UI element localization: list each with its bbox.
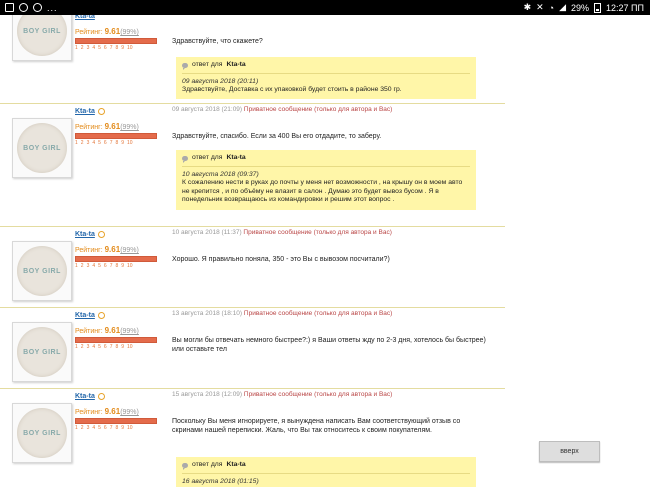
- speech-bubble-icon: [182, 155, 188, 163]
- username-link[interactable]: Kta-ta: [75, 229, 165, 239]
- reply-date: 10 августа 2018 (09:37): [182, 170, 259, 178]
- rating-percent-link[interactable]: (99%): [120, 328, 139, 335]
- rating: Рейтинг: 9.61(99%): [75, 27, 139, 36]
- avatar-image: BOY GIRL: [17, 246, 67, 296]
- post-meta: 13 августа 2018 (18:10) Приватное сообще…: [172, 310, 392, 317]
- message-text: Поскольку Вы меня игнорируете, я вынужде…: [172, 418, 461, 434]
- avatar[interactable]: BOY GIRL: [12, 241, 72, 301]
- post: BOY GIRL Kta-ta Рейтинг: 9.61(99%) 12345…: [0, 308, 505, 389]
- username-link[interactable]: Kta-ta: [75, 15, 165, 21]
- rating-percent-link[interactable]: (99%): [120, 409, 139, 416]
- more-notifications: ...: [47, 2, 58, 13]
- status-bar: ... ✱ ✕ ◔ ◢ 29% 12:27 ПП: [0, 0, 650, 15]
- rating-scale: 1 2 3 4 5 6 7 8 9 10: [75, 344, 133, 350]
- rating-scale: 1 2 3 4 5 6 7 8 9 10: [75, 425, 133, 431]
- rating-scale: 1 2 3 4 5 6 7 8 9 10: [75, 263, 133, 269]
- private-label: Приватное сообщение (только для автора и…: [243, 106, 393, 113]
- post-date: 15 августа 2018 (12:09): [172, 391, 243, 398]
- reply-header: ответ для Kta-ta: [182, 61, 470, 70]
- avatar[interactable]: BOY GIRL: [12, 15, 72, 61]
- username-link[interactable]: Kta-ta: [75, 106, 165, 116]
- message-text: Хорошо. Я правильно поняла, 350 - это Вы…: [172, 256, 390, 263]
- rating-bar: [75, 337, 157, 343]
- scroll-up-button[interactable]: вверх: [539, 441, 600, 462]
- post: BOY GIRL Kta-ta Рейтинг: 9.61(99%) 12345…: [0, 227, 505, 308]
- status-icon: [97, 311, 105, 319]
- rating-percent-link[interactable]: (99%): [120, 124, 139, 131]
- rating: Рейтинг: 9.61(99%): [75, 326, 139, 335]
- post: BOY GIRL Kta-ta Рейтинг: 9.61(99%) 12345…: [0, 15, 505, 104]
- instagram-icon: [19, 3, 28, 12]
- rating-bar: [75, 133, 157, 139]
- rating: Рейтинг: 9.61(99%): [75, 407, 139, 416]
- message-text: Вы могли бы отвечать немного быстрее?:) …: [172, 337, 486, 353]
- clock: 12:27 ПП: [606, 2, 644, 13]
- speech-bubble-icon: [182, 62, 188, 70]
- post-date: 13 августа 2018 (18:10): [172, 310, 243, 317]
- post: BOY GIRL Kta-ta Рейтинг: 9.61(99%) 12345…: [0, 389, 505, 487]
- status-icon: [97, 392, 105, 400]
- avatar[interactable]: BOY GIRL: [12, 118, 72, 178]
- reply-date: 16 августа 2018 (01:15): [182, 477, 259, 485]
- reply-box: ответ для Kta-ta 16 августа 2018 (01:15): [176, 457, 476, 487]
- private-label: Приватное сообщение (только для автора и…: [243, 229, 392, 236]
- status-icon: [97, 107, 105, 115]
- avatar-image: BOY GIRL: [17, 15, 67, 56]
- rating-percent-link[interactable]: (99%): [120, 247, 139, 254]
- message-text: Здравствуйте, что скажете?: [172, 38, 263, 45]
- user-info: Kta-ta Рейтинг: 9.61(99%) 1 2 3 4 5 6 7 8 9 10: [75, 15, 165, 51]
- post-meta: 15 августа 2018 (12:09) Приватное сообще…: [172, 391, 392, 398]
- rating-bar: [75, 418, 157, 424]
- user-info: Kta-ta Рейтинг: 9.61(99%) 1 2 3 4 5 6 7 8 9 10: [75, 229, 165, 269]
- chrome-icon: [33, 3, 42, 12]
- post-meta: 10 августа 2018 (11:37) Приватное сообще…: [172, 229, 392, 236]
- rating-bar: [75, 38, 157, 44]
- avatar-image: BOY GIRL: [17, 408, 67, 458]
- rating: Рейтинг: 9.61(99%): [75, 122, 139, 131]
- reply-date: 09 августа 2018 (20:11): [182, 77, 259, 85]
- private-label: Приватное сообщение (только для автора и…: [243, 310, 393, 317]
- post: BOY GIRL Kta-ta Рейтинг: 9.61(99%) 12345…: [0, 104, 505, 227]
- message-text: Здравствуйте, спасибо. Если за 400 Вы ег…: [172, 133, 382, 140]
- rating-percent-link[interactable]: (99%): [120, 29, 139, 36]
- conversation-feed: BOY GIRL Kta-ta Рейтинг: 9.61(99%) 12345…: [0, 15, 505, 487]
- rating-bar: [75, 256, 157, 262]
- gallery-icon: [5, 3, 14, 12]
- rating-scale: 1 2 3 4 5 6 7 8 9 10: [75, 140, 133, 146]
- reply-header: ответ для Kta-ta: [182, 461, 470, 470]
- avatar-image: BOY GIRL: [17, 327, 67, 377]
- status-icon: [97, 230, 105, 238]
- mute-icon: ✕: [536, 2, 544, 12]
- reply-box: ответ для Kta-ta 10 августа 2018 (09:37)…: [176, 150, 476, 210]
- battery-icon: [594, 2, 602, 13]
- user-info: Kta-ta Рейтинг: 9.61(99%) 1 2 3 4 5 6 7 8 9 10: [75, 391, 165, 431]
- post-date: 10 августа 2018 (11:37): [172, 229, 242, 236]
- reply-box: ответ для Kta-ta 09 августа 2018 (20:11)…: [176, 57, 476, 99]
- avatar-image: BOY GIRL: [17, 123, 67, 173]
- private-label: Приватное сообщение (только для автора и…: [243, 391, 393, 398]
- reply-text: Здравствуйте, Доставка с их упаковкой бу…: [182, 86, 402, 93]
- avatar[interactable]: BOY GIRL: [12, 403, 72, 463]
- bluetooth-icon: ✱: [523, 2, 532, 12]
- reply-text: К сожалению нести в руках до почты у мен…: [182, 179, 463, 203]
- username-link[interactable]: Kta-ta: [75, 310, 165, 320]
- post-date: 09 августа 2018 (21:09): [172, 106, 243, 113]
- username-link[interactable]: Kta-ta: [75, 391, 165, 401]
- signal-icon: ◢: [559, 2, 567, 12]
- post-meta: 09 августа 2018 (21:09) Приватное сообще…: [172, 106, 392, 113]
- avatar[interactable]: BOY GIRL: [12, 322, 72, 382]
- reply-header: ответ для Kta-ta: [182, 154, 470, 163]
- wifi-icon: ◔: [548, 2, 555, 13]
- user-info: Kta-ta Рейтинг: 9.61(99%) 1 2 3 4 5 6 7 8 9 10: [75, 310, 165, 350]
- speech-bubble-icon: [182, 462, 188, 470]
- rating: Рейтинг: 9.61(99%): [75, 245, 139, 254]
- user-info: Kta-ta Рейтинг: 9.61(99%) 1 2 3 4 5 6 7 8 9 10: [75, 106, 165, 146]
- rating-scale: 1 2 3 4 5 6 7 8 9 10: [75, 45, 133, 51]
- battery-percent: 29%: [571, 2, 590, 13]
